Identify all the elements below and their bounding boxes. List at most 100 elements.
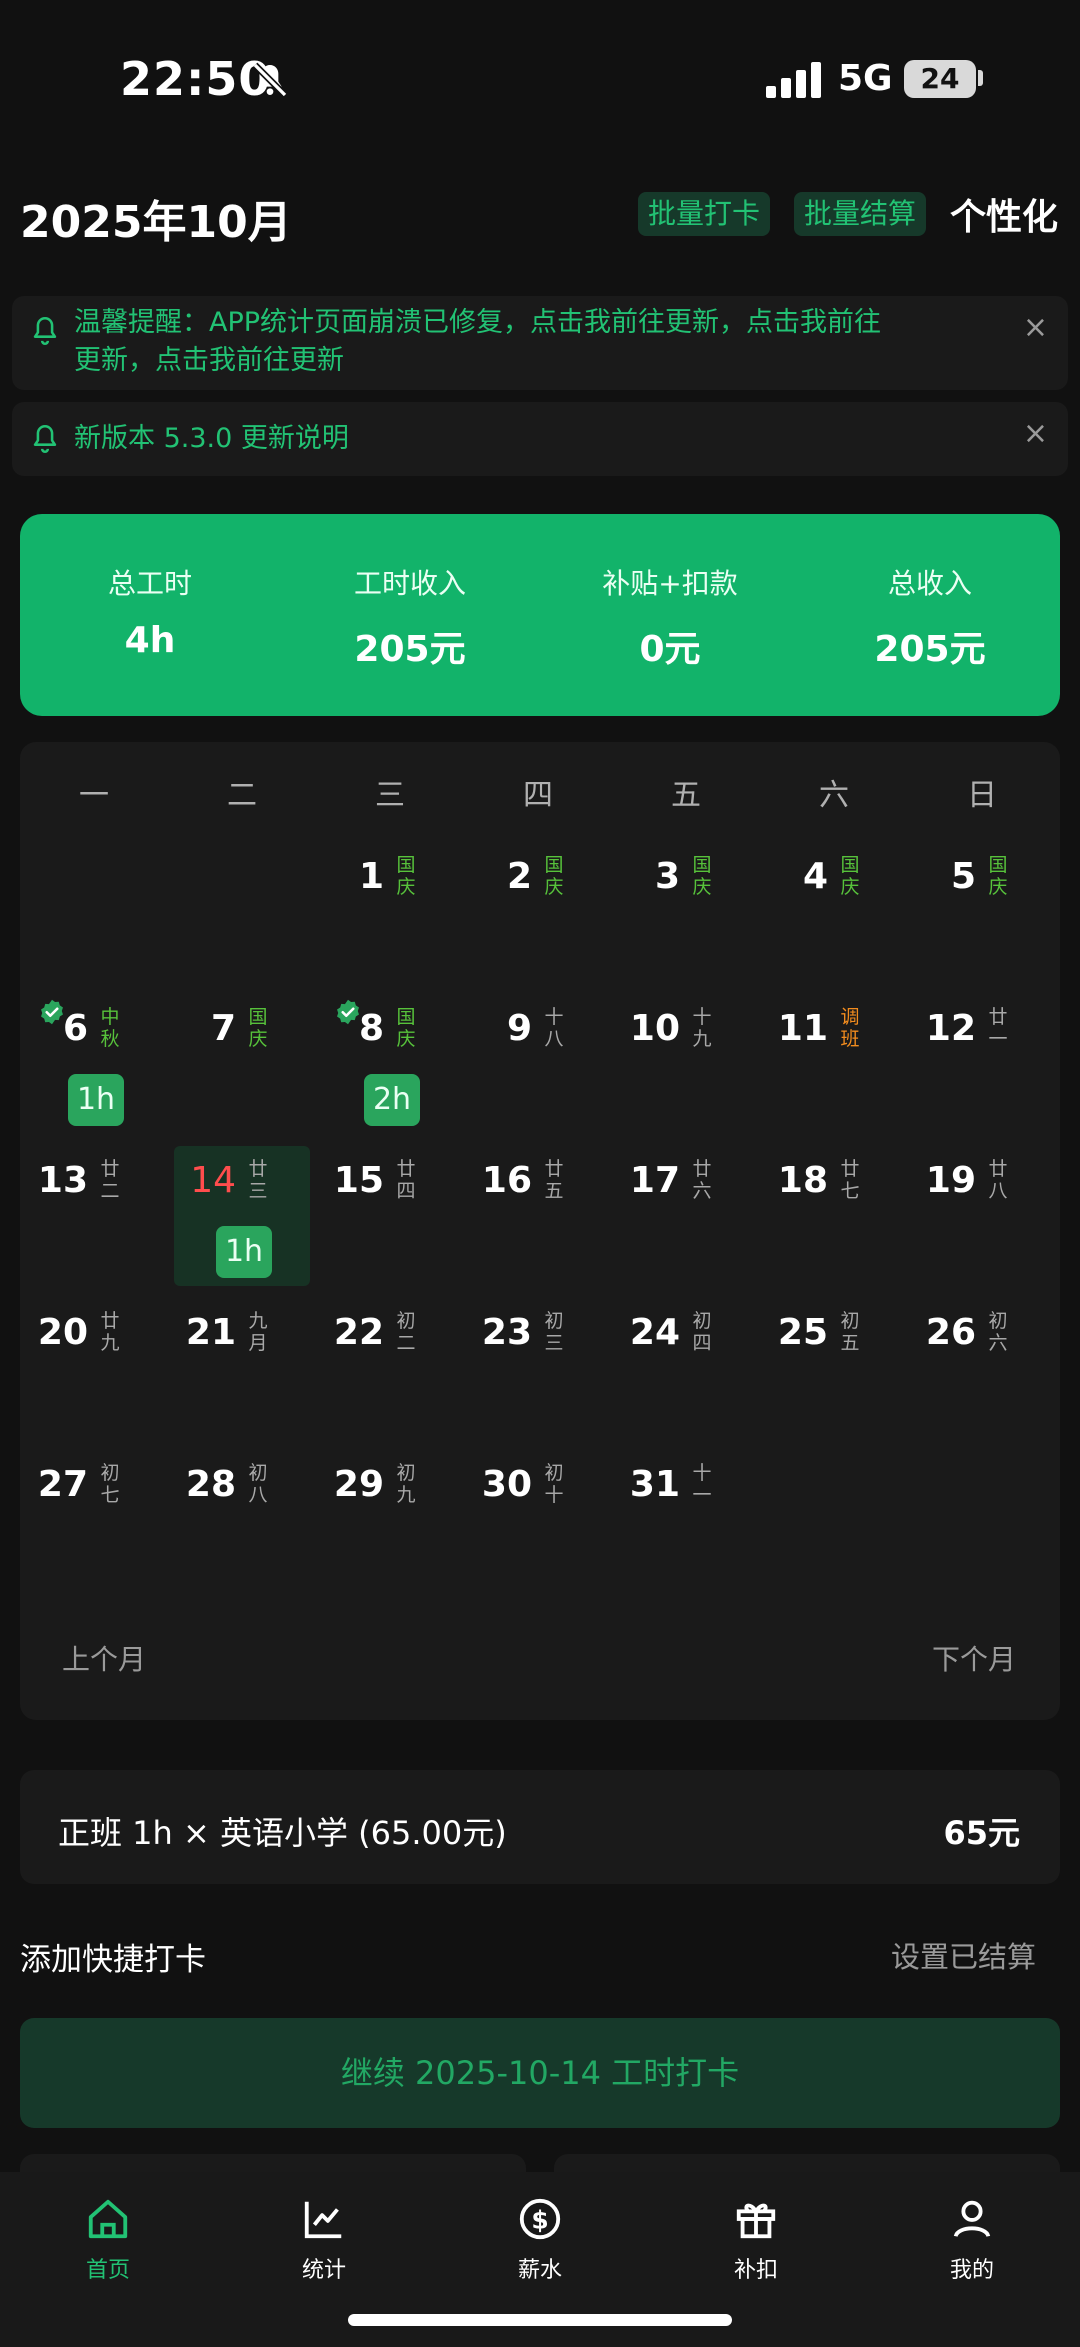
calendar-day-18[interactable]: 18 廿七 — [766, 1146, 902, 1286]
work-entry-row[interactable]: 正班 1h × 英语小学 (65.00元) 65元 — [20, 1770, 1060, 1884]
calendar-day-25[interactable]: 25 初五 — [766, 1298, 902, 1438]
close-icon[interactable]: × — [1023, 416, 1048, 451]
calendar-day-26[interactable]: 26 初六 — [914, 1298, 1050, 1438]
lunar-label: 初二 — [396, 1310, 416, 1354]
prev-month-button[interactable]: 上个月 — [62, 1638, 146, 1678]
calendar-day-14[interactable]: 14 廿三 1h — [174, 1146, 310, 1286]
calendar-day-30[interactable]: 30 初十 — [470, 1450, 606, 1590]
day-number: 25 — [777, 1312, 828, 1353]
day-number: 22 — [333, 1312, 384, 1353]
batch-settle-button[interactable]: 批量结算 — [794, 192, 927, 236]
notice-update[interactable]: 新版本 5.3.0 更新说明 × — [12, 402, 1068, 476]
day-number: 7 — [210, 1008, 236, 1049]
calendar-day-6[interactable]: 6 中秋 1h — [26, 994, 162, 1134]
lunar-label: 国庆 — [396, 1006, 416, 1050]
calendar-day-20[interactable]: 20 廿九 — [26, 1298, 162, 1438]
notice-repair[interactable]: 温馨提醒：APP统计页面崩溃已修复，点击我前往更新，点击我前往 更新，点击我前往… — [12, 296, 1068, 390]
calendar-day-15[interactable]: 15 廿四 — [322, 1146, 458, 1286]
calendar-day-31[interactable]: 31 十一 — [618, 1450, 754, 1590]
home-indicator[interactable] — [348, 2314, 732, 2326]
calendar-day-24[interactable]: 24 初四 — [618, 1298, 754, 1438]
calendar-day-10[interactable]: 10 十九 — [618, 994, 754, 1134]
lunar-label: 初四 — [692, 1310, 712, 1354]
calendar-day-9[interactable]: 9 十八 — [470, 994, 606, 1134]
tab-salary[interactable]: $ 薪水 — [432, 2196, 648, 2296]
calendar-day-23[interactable]: 23 初三 — [470, 1298, 606, 1438]
calendar-day-2[interactable]: 2 国庆 — [470, 842, 606, 982]
verified-check-icon — [41, 999, 63, 1025]
lunar-label: 国庆 — [248, 1006, 268, 1050]
tab-stats[interactable]: 统计 — [216, 2196, 432, 2296]
next-month-button[interactable]: 下个月 — [932, 1638, 1016, 1678]
calendar-day-5[interactable]: 5 国庆 — [914, 842, 1050, 982]
day-number: 13 — [37, 1160, 88, 1201]
notice-update-text: 新版本 5.3.0 更新说明 — [74, 423, 349, 454]
calendar-day-19[interactable]: 19 廿八 — [914, 1146, 1050, 1286]
day-number: 11 — [777, 1008, 828, 1049]
page-title[interactable]: 2025年10月 — [20, 186, 292, 250]
lunar-label: 国庆 — [692, 854, 712, 898]
calendar-day-7[interactable]: 7 国庆 — [174, 994, 310, 1134]
lunar-label: 初十 — [544, 1462, 564, 1506]
lunar-label: 十八 — [544, 1006, 564, 1050]
calendar-day-12[interactable]: 12 廿一 — [914, 994, 1050, 1134]
home-icon — [88, 2199, 128, 2239]
tab-home[interactable]: 首页 — [0, 2196, 216, 2296]
lunar-label: 廿九 — [100, 1310, 120, 1354]
hours-badge: 1h — [68, 1074, 124, 1126]
notice-text-line2: 更新，点击我前往更新 — [74, 345, 344, 376]
calendar: 一 二 三 四 五 六 日 1 国庆 2 国庆 3 国庆 4 国庆 5 国庆 6 中秋 1h 7 国庆 8 国庆 2h 9 十八 1… — [20, 742, 1060, 1720]
lunar-label: 初七 — [100, 1462, 120, 1506]
lunar-label: 廿五 — [544, 1158, 564, 1202]
day-number: 12 — [925, 1008, 976, 1049]
lunar-label: 廿三 — [248, 1158, 268, 1202]
personalize-button[interactable]: 个性化 — [950, 188, 1058, 240]
calendar-day-11[interactable]: 11 调班 — [766, 994, 902, 1134]
add-quick-checkin[interactable]: 添加快捷打卡 — [20, 1934, 206, 1979]
lunar-label: 中秋 — [100, 1006, 120, 1050]
day-number: 27 — [37, 1464, 88, 1505]
signal-icon — [766, 62, 821, 98]
lunar-label: 廿七 — [840, 1158, 860, 1202]
calendar-day-3[interactable]: 3 国庆 — [618, 842, 754, 982]
lunar-label: 十九 — [692, 1006, 712, 1050]
day-number: 1 — [358, 856, 384, 897]
work-entry-text: 正班 1h × 英语小学 (65.00元) — [58, 1814, 507, 1852]
day-number: 18 — [777, 1160, 828, 1201]
calendar-day-22[interactable]: 22 初二 — [322, 1298, 458, 1438]
calendar-day-13[interactable]: 13 廿二 — [26, 1146, 162, 1286]
user-icon — [953, 2200, 991, 2238]
calendar-day-27[interactable]: 27 初七 — [26, 1450, 162, 1590]
calendar-day-29[interactable]: 29 初九 — [322, 1450, 458, 1590]
lunar-label: 初三 — [544, 1310, 564, 1354]
batch-checkin-button[interactable]: 批量打卡 — [638, 192, 771, 236]
status-bar: 22:50 5G 24 — [0, 0, 1080, 160]
calendar-day-8[interactable]: 8 国庆 2h — [322, 994, 458, 1134]
day-number: 14 — [190, 1160, 236, 1201]
calendar-day-17[interactable]: 17 廿六 — [618, 1146, 754, 1286]
set-settled-button[interactable]: 设置已结算 — [891, 1934, 1036, 1976]
day-number: 30 — [481, 1464, 532, 1505]
lunar-label: 国庆 — [840, 854, 860, 898]
calendar-day-4[interactable]: 4 国庆 — [766, 842, 902, 982]
lunar-label: 廿四 — [396, 1158, 416, 1202]
hours-badge: 1h — [216, 1226, 272, 1278]
tab-profile[interactable]: 我的 — [864, 2196, 1080, 2296]
lunar-label: 廿二 — [100, 1158, 120, 1202]
weekday-label: 二 — [227, 778, 257, 813]
tab-deduction[interactable]: 补扣 — [648, 2196, 864, 2296]
calendar-day-16[interactable]: 16 廿五 — [470, 1146, 606, 1286]
summary-hour-income: 工时收入 205元 — [353, 567, 466, 670]
status-time: 22:50 — [120, 52, 272, 106]
battery-icon: 24 — [904, 60, 976, 98]
day-number: 28 — [185, 1464, 236, 1505]
lunar-label: 调班 — [840, 1006, 860, 1050]
close-icon[interactable]: × — [1023, 310, 1048, 345]
calendar-day-21[interactable]: 21 九月 — [174, 1298, 310, 1438]
continue-checkin-button[interactable]: 继续 2025-10-14 工时打卡 — [20, 2018, 1060, 2128]
calendar-day-28[interactable]: 28 初八 — [174, 1450, 310, 1590]
lunar-label: 十一 — [692, 1462, 712, 1506]
lunar-label: 廿一 — [988, 1006, 1008, 1050]
day-number: 15 — [333, 1160, 384, 1201]
calendar-day-1[interactable]: 1 国庆 — [322, 842, 458, 982]
